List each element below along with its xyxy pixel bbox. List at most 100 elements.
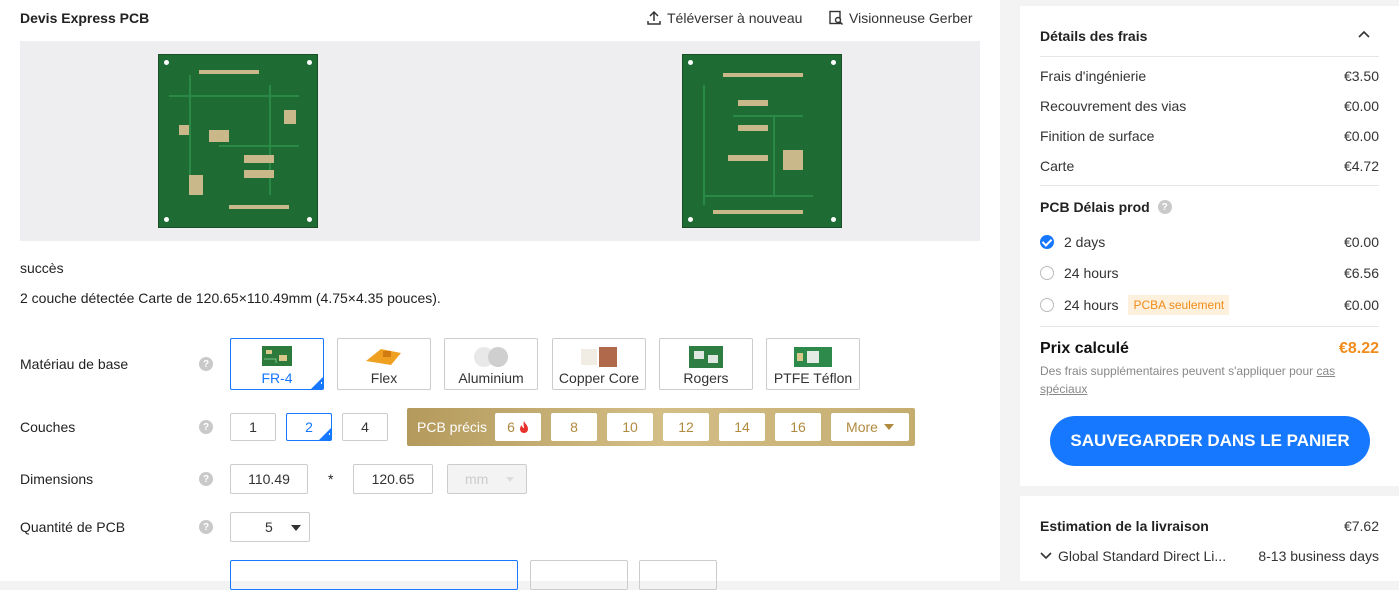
radio-icon[interactable] bbox=[1040, 298, 1054, 312]
fee-row: Finition de surface €0.00 bbox=[1040, 128, 1379, 144]
save-to-cart-button[interactable]: SAUVEGARDER DANS LE PANIER bbox=[1050, 416, 1370, 466]
layer-option-14[interactable]: 14 bbox=[719, 413, 765, 441]
shipping-title: Estimation de la livraison bbox=[1040, 518, 1209, 534]
upload-again-link[interactable]: Téléverser à nouveau bbox=[646, 10, 802, 26]
material-fr4-label: FR-4 bbox=[261, 370, 293, 386]
material-ptfe-label: PTFE Téflon bbox=[773, 370, 853, 386]
fee-label: Finition de surface bbox=[1040, 128, 1155, 144]
height-input[interactable]: 120.65 bbox=[353, 464, 433, 494]
more-layers-dropdown[interactable]: More bbox=[831, 413, 909, 441]
selected-check-icon bbox=[319, 428, 331, 440]
flex-board-icon bbox=[366, 349, 401, 365]
dimension-separator: * bbox=[328, 471, 334, 487]
material-fr4[interactable]: FR-4 bbox=[230, 338, 324, 390]
radio-icon[interactable] bbox=[1040, 266, 1054, 280]
pcba-only-badge: PCBA seulement bbox=[1128, 295, 1230, 315]
precision-pcb-bar: PCB précis 6 8 10 12 14 16 More bbox=[407, 408, 915, 446]
layers-label: Couches bbox=[20, 419, 76, 435]
more-layers-label: More bbox=[846, 419, 878, 435]
pcb-preview-area bbox=[20, 41, 980, 241]
help-icon[interactable]: ? bbox=[199, 520, 213, 534]
calculated-price-value: €8.22 bbox=[1338, 340, 1379, 357]
gerber-viewer-link[interactable]: Visionneuse Gerber bbox=[828, 10, 972, 26]
next-option[interactable] bbox=[639, 560, 717, 590]
fee-value: €0.00 bbox=[1343, 128, 1379, 144]
fee-row: Carte €4.72 bbox=[1040, 158, 1379, 174]
shipping-method: Global Standard Direct Li... bbox=[1058, 548, 1227, 564]
lead-option-value: €0.00 bbox=[1343, 297, 1379, 313]
caret-down-icon bbox=[291, 525, 301, 531]
width-input[interactable]: 110.49 bbox=[230, 464, 308, 494]
material-rogers[interactable]: Rogers bbox=[659, 338, 753, 390]
next-option-selected[interactable] bbox=[230, 560, 518, 590]
material-ptfe-teflon[interactable]: PTFE Téflon bbox=[766, 338, 860, 390]
fee-value: €3.50 bbox=[1343, 68, 1379, 84]
fr4-board-icon bbox=[262, 346, 292, 366]
radio-checked-icon[interactable] bbox=[1040, 235, 1054, 249]
layer-option-8[interactable]: 8 bbox=[551, 413, 597, 441]
gerber-viewer-label: Visionneuse Gerber bbox=[849, 10, 973, 26]
lead-option[interactable]: 24 hours PCBA seulement €0.00 bbox=[1040, 295, 1379, 315]
unit-select[interactable]: mm bbox=[447, 464, 527, 494]
material-copper-core[interactable]: Copper Core bbox=[552, 338, 646, 390]
next-option[interactable] bbox=[530, 560, 628, 590]
layer-option-2-label: 2 bbox=[305, 419, 313, 435]
upload-again-label: Téléverser à nouveau bbox=[667, 10, 803, 26]
divider bbox=[1040, 185, 1379, 186]
upload-icon bbox=[647, 10, 661, 25]
material-aluminium[interactable]: Aluminium bbox=[444, 338, 538, 390]
fee-value: €4.72 bbox=[1343, 158, 1379, 174]
fee-row: Recouvrement des vias €0.00 bbox=[1040, 98, 1379, 114]
price-note-text: Des frais supplémentaires peuvent s'appl… bbox=[1040, 364, 1314, 378]
layer-option-6[interactable]: 6 bbox=[495, 413, 541, 441]
quote-panel: Devis Express PCB Téléverser à nouveau V… bbox=[0, 0, 1000, 590]
fee-details-panel: Détails des frais Frais d'ingénierie €3.… bbox=[1020, 6, 1399, 486]
layer-option-10[interactable]: 10 bbox=[607, 413, 653, 441]
copper-core-board-icon bbox=[581, 347, 617, 367]
chevron-up-icon[interactable] bbox=[1358, 30, 1370, 38]
unit-select-value: mm bbox=[465, 471, 489, 487]
lead-option-value: €6.56 bbox=[1343, 265, 1379, 281]
aluminium-board-icon bbox=[474, 347, 508, 367]
help-icon[interactable]: ? bbox=[199, 420, 213, 434]
gerber-viewer-icon bbox=[829, 10, 844, 26]
quantity-select[interactable]: 5 bbox=[230, 512, 310, 542]
calculated-price-label: Prix calculé bbox=[1040, 340, 1129, 357]
layer-option-4[interactable]: 4 bbox=[342, 413, 388, 441]
layer-option-16[interactable]: 16 bbox=[775, 413, 821, 441]
divider bbox=[1040, 326, 1379, 327]
dimensions-label: Dimensions bbox=[20, 471, 94, 487]
layer-option-2[interactable]: 2 bbox=[286, 413, 332, 441]
caret-down-icon bbox=[883, 424, 894, 430]
page-title: Devis Express PCB bbox=[20, 10, 150, 26]
chevron-down-icon[interactable] bbox=[1040, 552, 1052, 560]
layer-option-6-label: 6 bbox=[507, 419, 515, 435]
lead-option-label: 24 hours bbox=[1064, 297, 1119, 313]
precision-pcb-label: PCB précis bbox=[417, 419, 488, 435]
material-flex[interactable]: Flex bbox=[337, 338, 431, 390]
rogers-board-icon bbox=[689, 346, 723, 368]
fee-label: Recouvrement des vias bbox=[1040, 98, 1187, 114]
layer-option-12[interactable]: 12 bbox=[663, 413, 709, 441]
fee-value: €0.00 bbox=[1343, 98, 1379, 114]
fee-details-title: Détails des frais bbox=[1040, 28, 1148, 44]
help-icon[interactable]: ? bbox=[199, 357, 213, 371]
ptfe-board-icon bbox=[794, 347, 832, 367]
lead-option[interactable]: 24 hours €6.56 bbox=[1040, 265, 1379, 281]
layer-option-1[interactable]: 1 bbox=[230, 413, 276, 441]
fee-row: Frais d'ingénierie €3.50 bbox=[1040, 68, 1379, 84]
calculated-price-row: Prix calculé €8.22 bbox=[1040, 340, 1379, 358]
shipping-method-row[interactable]: Global Standard Direct Li... 8-13 busine… bbox=[1040, 548, 1379, 564]
pcb-bottom-image bbox=[682, 54, 842, 228]
lead-option[interactable]: 2 days €0.00 bbox=[1040, 234, 1379, 250]
lead-time-title: PCB Délais prod bbox=[1040, 199, 1150, 215]
material-aluminium-label: Aluminium bbox=[458, 370, 524, 386]
lead-option-value: €0.00 bbox=[1343, 234, 1379, 250]
help-icon[interactable]: ? bbox=[1157, 200, 1172, 214]
lead-time-header: PCB Délais prod ? bbox=[1040, 199, 1172, 215]
help-icon[interactable]: ? bbox=[199, 472, 213, 486]
pcb-top-image bbox=[158, 54, 318, 228]
base-material-label: Matériau de base bbox=[20, 356, 129, 372]
lead-option-label: 24 hours bbox=[1064, 265, 1119, 281]
shipping-header: Estimation de la livraison €7.62 bbox=[1040, 518, 1379, 534]
